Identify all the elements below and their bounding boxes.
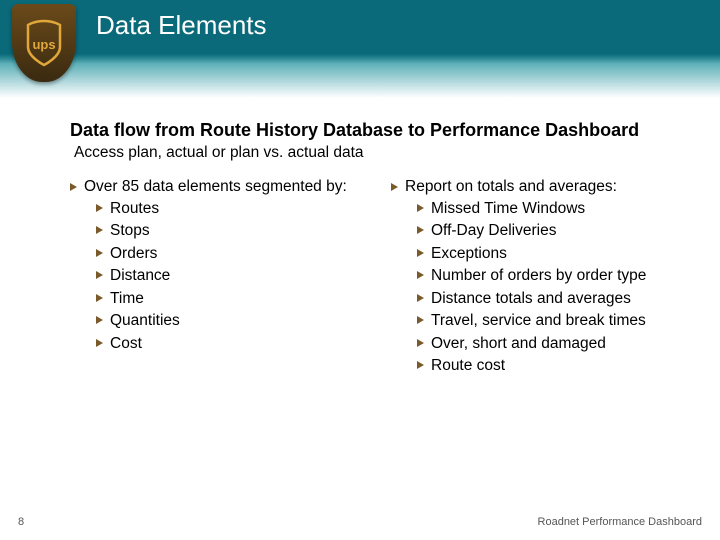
left-lead: Over 85 data elements segmented by:	[70, 178, 379, 196]
bullet-icon	[417, 339, 424, 347]
bullet-icon	[417, 361, 424, 369]
bullet-icon	[417, 226, 424, 234]
list-item: Missed Time Windows	[417, 198, 700, 220]
bullet-icon	[96, 339, 103, 347]
list-item: Time	[96, 288, 379, 310]
list-item: Route cost	[417, 355, 700, 377]
list-item: Orders	[96, 243, 379, 265]
list-item: Cost	[96, 333, 379, 355]
bullet-icon	[96, 316, 103, 324]
bullet-icon	[96, 204, 103, 212]
bullet-icon	[417, 316, 424, 324]
bullet-icon	[96, 226, 103, 234]
bullet-icon	[417, 271, 424, 279]
right-column: Report on totals and averages: Missed Ti…	[391, 178, 700, 378]
ups-logo: ups	[12, 4, 76, 82]
content-subheading: Access plan, actual or plan vs. actual d…	[74, 144, 700, 162]
list-item: Over, short and damaged	[417, 333, 700, 355]
bullet-icon	[417, 204, 424, 212]
list-item: Travel, service and break times	[417, 310, 700, 332]
right-lead-text: Report on totals and averages:	[405, 178, 617, 195]
list-item: Quantities	[96, 310, 379, 332]
bullet-icon	[96, 249, 103, 257]
content-heading: Data flow from Route History Database to…	[70, 120, 700, 141]
left-list: Routes Stops Orders Distance Time Quanti…	[96, 198, 379, 355]
slide-title: Data Elements	[96, 10, 267, 41]
list-item: Number of orders by order type	[417, 265, 700, 287]
content-columns: Over 85 data elements segmented by: Rout…	[70, 178, 700, 378]
list-item: Distance totals and averages	[417, 288, 700, 310]
bullet-icon	[417, 294, 424, 302]
left-column: Over 85 data elements segmented by: Rout…	[70, 178, 379, 378]
footer-text: Roadnet Performance Dashboard	[538, 516, 702, 528]
svg-text:ups: ups	[32, 37, 55, 52]
slide-header: ups Data Elements	[0, 0, 720, 98]
list-item: Distance	[96, 265, 379, 287]
slide-content: Data flow from Route History Database to…	[70, 120, 700, 378]
list-item: Routes	[96, 198, 379, 220]
list-item: Off-Day Deliveries	[417, 220, 700, 242]
bullet-icon	[96, 294, 103, 302]
bullet-icon	[391, 183, 398, 191]
list-item: Stops	[96, 220, 379, 242]
right-lead: Report on totals and averages:	[391, 178, 700, 196]
bullet-icon	[417, 249, 424, 257]
bullet-icon	[96, 271, 103, 279]
page-number: 8	[18, 516, 24, 528]
bullet-icon	[70, 183, 77, 191]
list-item: Exceptions	[417, 243, 700, 265]
left-lead-text: Over 85 data elements segmented by:	[84, 178, 347, 195]
right-list: Missed Time Windows Off-Day Deliveries E…	[417, 198, 700, 378]
